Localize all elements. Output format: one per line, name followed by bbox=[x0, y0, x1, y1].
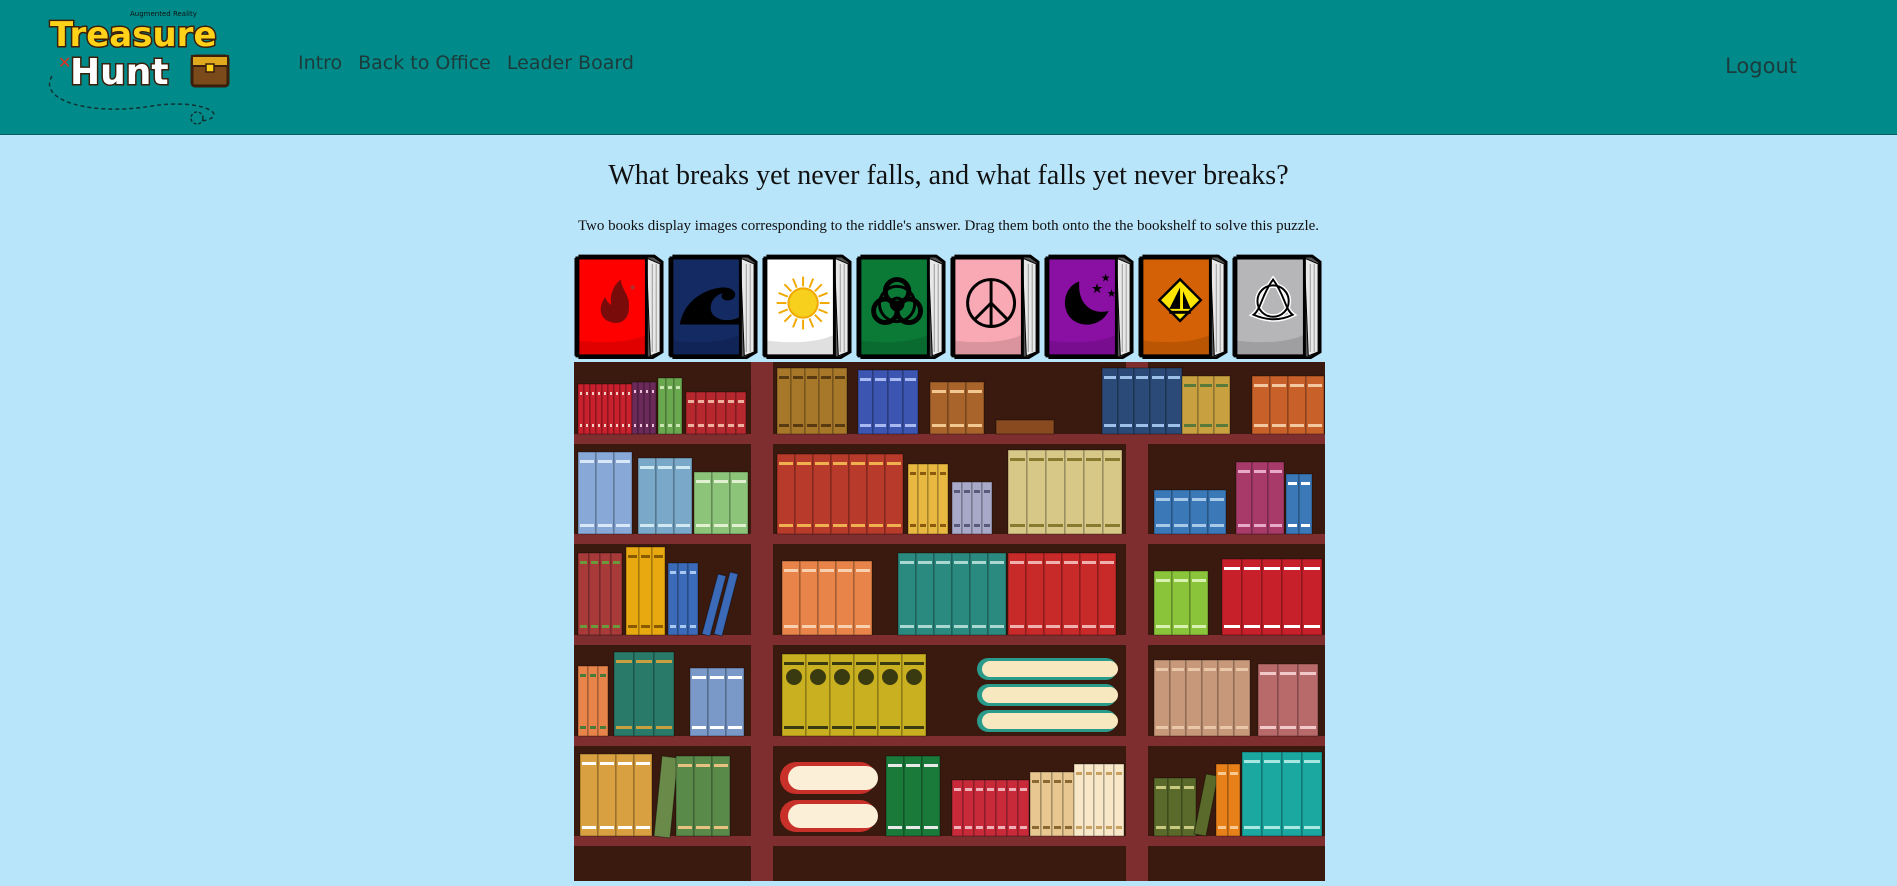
bookshelf-drop-zone[interactable] bbox=[574, 362, 1325, 881]
nav-leader-board-link[interactable]: Leader Board bbox=[507, 52, 634, 74]
svg-text:Treasure: Treasure bbox=[50, 15, 217, 55]
draggable-book-flame[interactable] bbox=[574, 249, 664, 359]
draggable-book-triquetra[interactable] bbox=[1232, 249, 1322, 359]
nav-intro-link[interactable]: Intro bbox=[298, 52, 342, 74]
draggable-book-wave[interactable] bbox=[668, 249, 758, 359]
draggable-book-sun[interactable] bbox=[762, 249, 852, 359]
sun-icon bbox=[776, 276, 830, 330]
svg-text:★: ★ bbox=[1107, 287, 1117, 300]
draggable-book-peace[interactable] bbox=[950, 249, 1040, 359]
svg-text:Hunt: Hunt bbox=[70, 52, 169, 93]
nav-back-to-office-link[interactable]: Back to Office bbox=[358, 52, 491, 74]
book-choices: ★ ★ ★ bbox=[574, 249, 1326, 361]
main-nav: Intro Back to Office Leader Board bbox=[298, 52, 634, 74]
treasure-hunt-logo[interactable]: ✕ Augmented Reality Treasure Hunt bbox=[32, 6, 262, 126]
svg-text:★: ★ bbox=[1101, 272, 1111, 285]
logout-link[interactable]: Logout bbox=[1725, 54, 1797, 78]
draggable-book-biohazard[interactable] bbox=[856, 249, 946, 359]
puzzle-instructions: Two books display images corresponding t… bbox=[577, 218, 1320, 234]
riddle-question: What breaks yet never falls, and what fa… bbox=[608, 160, 1289, 191]
top-header: ✕ Augmented Reality Treasure Hunt Intro … bbox=[0, 0, 1897, 135]
draggable-book-sailboat-sign[interactable] bbox=[1138, 249, 1228, 359]
draggable-book-moon-stars[interactable]: ★★★ bbox=[1044, 249, 1134, 359]
